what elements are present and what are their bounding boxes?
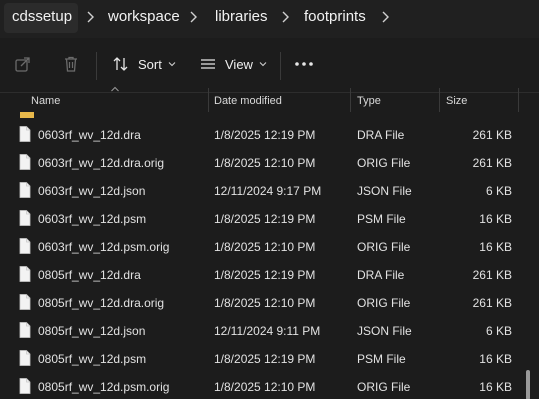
view-label: View — [225, 56, 253, 72]
file-name: 0805rf_wv_12d.psm.orig — [38, 380, 170, 394]
file-icon — [19, 210, 31, 231]
table-row[interactable]: 0603rf_wv_12d.psm.orig 1/8/2025 12:10 PM… — [0, 234, 518, 262]
file-date: 1/8/2025 12:10 PM — [214, 296, 316, 310]
file-name: 0603rf_wv_12d.dra — [38, 128, 141, 142]
file-date: 1/8/2025 12:10 PM — [214, 156, 316, 170]
file-icon — [19, 266, 31, 287]
toolbar-divider — [96, 52, 97, 80]
breadcrumb-item-cdssetup[interactable]: cdssetup — [12, 8, 72, 25]
scrollbar-thumb[interactable] — [526, 370, 530, 399]
file-type: JSON File — [357, 184, 412, 198]
vertical-scrollbar[interactable] — [518, 112, 539, 399]
sort-icon — [113, 57, 128, 71]
file-name: 0603rf_wv_12d.psm.orig — [38, 240, 170, 254]
view-button[interactable]: View — [199, 55, 267, 73]
file-size: 16 KB — [479, 380, 512, 394]
chevron-down-icon — [259, 62, 267, 67]
file-size: 16 KB — [479, 352, 512, 366]
command-bar: Sort View — [0, 38, 539, 93]
chevron-right-icon[interactable] — [86, 7, 96, 27]
file-name: 0805rf_wv_12d.json — [38, 324, 146, 338]
file-type: PSM File — [357, 352, 406, 366]
column-header-size[interactable]: Size — [446, 89, 467, 113]
file-icon — [19, 350, 31, 371]
table-row[interactable]: 0805rf_wv_12d.psm.orig 1/8/2025 12:10 PM… — [0, 374, 518, 399]
file-type: DRA File — [357, 128, 405, 142]
sort-label: Sort — [138, 56, 162, 72]
file-size: 261 KB — [472, 268, 512, 282]
table-row[interactable]: 0805rf_wv_12d.dra.orig 1/8/2025 12:10 PM… — [0, 290, 518, 318]
file-explorer-window: cdssetup workspace libraries footprints — [0, 0, 539, 399]
file-date: 1/8/2025 12:10 PM — [214, 380, 316, 394]
file-type: ORIG File — [357, 296, 411, 310]
file-type: PSM File — [357, 212, 406, 226]
table-row[interactable]: 0603rf_wv_12d.dra.orig 1/8/2025 12:10 PM… — [0, 150, 518, 178]
chevron-down-icon — [168, 62, 176, 67]
file-name: 0805rf_wv_12d.psm — [38, 352, 147, 366]
file-type: DRA File — [357, 268, 405, 282]
chevron-right-icon[interactable] — [189, 7, 199, 27]
file-date: 1/8/2025 12:19 PM — [214, 128, 316, 142]
table-row[interactable]: 0603rf_wv_12d.json 12/11/2024 9:17 PM JS… — [0, 178, 518, 206]
file-size: 16 KB — [479, 212, 512, 226]
file-name: 0805rf_wv_12d.dra.orig — [38, 296, 165, 310]
file-size: 16 KB — [479, 240, 512, 254]
file-type: ORIG File — [357, 380, 411, 394]
file-icon — [19, 238, 31, 259]
table-row[interactable]: 0603rf_wv_12d.dra 1/8/2025 12:19 PM DRA … — [0, 122, 518, 150]
file-icon — [19, 294, 31, 315]
file-icon — [19, 126, 31, 147]
file-date: 1/8/2025 12:10 PM — [214, 240, 316, 254]
more-icon[interactable] — [294, 60, 314, 68]
file-size: 261 KB — [472, 128, 512, 142]
file-date: 1/8/2025 12:19 PM — [214, 268, 316, 282]
column-header-name[interactable]: Name — [31, 89, 60, 113]
file-name: 0603rf_wv_12d.psm — [38, 212, 147, 226]
table-row[interactable]: 0603rf_wv_12d.psm 1/8/2025 12:19 PM PSM … — [0, 206, 518, 234]
file-name: 0603rf_wv_12d.json — [38, 184, 146, 198]
chevron-right-icon[interactable] — [281, 7, 291, 27]
file-list: 0603rf_wv_12d.dra 1/8/2025 12:19 PM DRA … — [0, 112, 518, 399]
column-divider[interactable] — [350, 88, 351, 112]
sort-ascending-icon — [111, 86, 119, 92]
breadcrumb-item-libraries[interactable]: libraries — [215, 8, 268, 25]
file-date: 12/11/2024 9:17 PM — [214, 184, 322, 198]
breadcrumb-item-workspace[interactable]: workspace — [108, 8, 180, 25]
file-size: 261 KB — [472, 156, 512, 170]
file-date: 1/8/2025 12:19 PM — [214, 212, 316, 226]
file-name: 0805rf_wv_12d.dra — [38, 268, 141, 282]
file-size: 6 KB — [485, 184, 512, 198]
file-size: 261 KB — [472, 296, 512, 310]
file-icon — [19, 154, 31, 175]
column-divider[interactable] — [439, 88, 440, 112]
view-icon — [201, 59, 215, 69]
trash-icon[interactable] — [62, 55, 80, 73]
file-icon — [19, 322, 31, 343]
chevron-right-icon[interactable] — [381, 7, 391, 27]
breadcrumb-item-footprints[interactable]: footprints — [304, 8, 366, 25]
share-icon[interactable] — [14, 55, 32, 73]
breadcrumb: cdssetup workspace libraries footprints — [0, 0, 539, 38]
file-type: JSON File — [357, 324, 412, 338]
toolbar-divider — [280, 52, 281, 80]
column-divider[interactable] — [208, 88, 209, 112]
file-name: 0603rf_wv_12d.dra.orig — [38, 156, 165, 170]
table-row[interactable]: 0805rf_wv_12d.json 12/11/2024 9:11 PM JS… — [0, 318, 518, 346]
sort-button[interactable]: Sort — [112, 55, 176, 73]
file-type: ORIG File — [357, 156, 411, 170]
table-row[interactable]: 0805rf_wv_12d.dra 1/8/2025 12:19 PM DRA … — [0, 262, 518, 290]
column-header-date[interactable]: Date modified — [214, 89, 282, 113]
column-divider[interactable] — [518, 88, 519, 112]
file-icon — [19, 182, 31, 203]
table-row[interactable]: 0805rf_wv_12d.psm 1/8/2025 12:19 PM PSM … — [0, 346, 518, 374]
file-icon — [19, 378, 31, 399]
column-header-type[interactable]: Type — [357, 89, 381, 113]
file-type: ORIG File — [357, 240, 411, 254]
file-date: 12/11/2024 9:11 PM — [214, 324, 321, 338]
file-date: 1/8/2025 12:19 PM — [214, 352, 316, 366]
file-size: 6 KB — [485, 324, 512, 338]
